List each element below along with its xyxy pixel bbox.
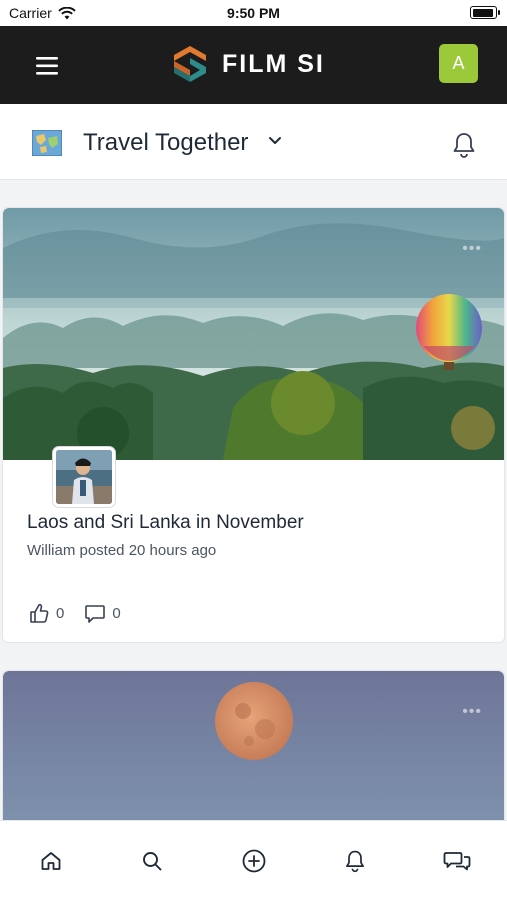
- nav-home[interactable]: [36, 847, 66, 875]
- like-count: 0: [56, 604, 65, 622]
- author-avatar[interactable]: [53, 447, 115, 507]
- comment-button[interactable]: 0: [84, 602, 121, 624]
- post-reactions: 0 0: [28, 602, 135, 624]
- plus-circle-icon: [242, 849, 266, 873]
- thumbs-up-icon: [30, 603, 49, 623]
- community-name[interactable]: Travel Together: [83, 129, 248, 157]
- nav-search[interactable]: [137, 847, 167, 875]
- search-icon: [143, 852, 162, 871]
- like-button[interactable]: 0: [28, 602, 64, 624]
- clock: 9:50 PM: [227, 5, 280, 21]
- post-title[interactable]: Laos and Sri Lanka in November: [27, 512, 304, 534]
- logo-text: FILM SI: [222, 49, 325, 78]
- hamburger-menu-icon: [36, 57, 58, 75]
- app-header: FILM SI A: [0, 26, 507, 104]
- user-avatar-button[interactable]: A: [439, 44, 478, 83]
- home-icon: [41, 852, 61, 870]
- more-dots-icon[interactable]: •••: [462, 703, 482, 721]
- more-dots-icon[interactable]: •••: [462, 240, 482, 258]
- bell-icon: [346, 850, 364, 873]
- post-meta: William posted 20 hours ago: [27, 542, 217, 559]
- app-logo[interactable]: FILM SI: [172, 44, 344, 84]
- post-card[interactable]: •••: [2, 670, 505, 820]
- logo-mark-icon: [174, 46, 206, 82]
- comment-icon: [85, 605, 106, 623]
- comment-count: 0: [112, 604, 121, 622]
- chat-icon: [443, 852, 471, 871]
- post-feed[interactable]: ••• Laos and Sri Lanka in November Willi…: [0, 181, 507, 820]
- post-image[interactable]: •••: [3, 671, 504, 820]
- map-icon: [32, 130, 62, 156]
- menu-button[interactable]: [28, 52, 68, 82]
- community-bar: Travel Together: [0, 104, 507, 180]
- post-image[interactable]: •••: [3, 208, 504, 460]
- status-bar: Carrier 9:50 PM: [0, 0, 507, 26]
- nav-create[interactable]: [239, 847, 269, 875]
- nav-notifications[interactable]: [340, 847, 370, 875]
- battery-icon: [470, 6, 500, 19]
- post-card[interactable]: ••• Laos and Sri Lanka in November Willi…: [2, 207, 505, 643]
- bell-icon[interactable]: [451, 131, 477, 159]
- nav-messages[interactable]: [442, 847, 472, 875]
- chevron-down-icon[interactable]: [268, 136, 282, 146]
- bottom-nav: [0, 820, 507, 900]
